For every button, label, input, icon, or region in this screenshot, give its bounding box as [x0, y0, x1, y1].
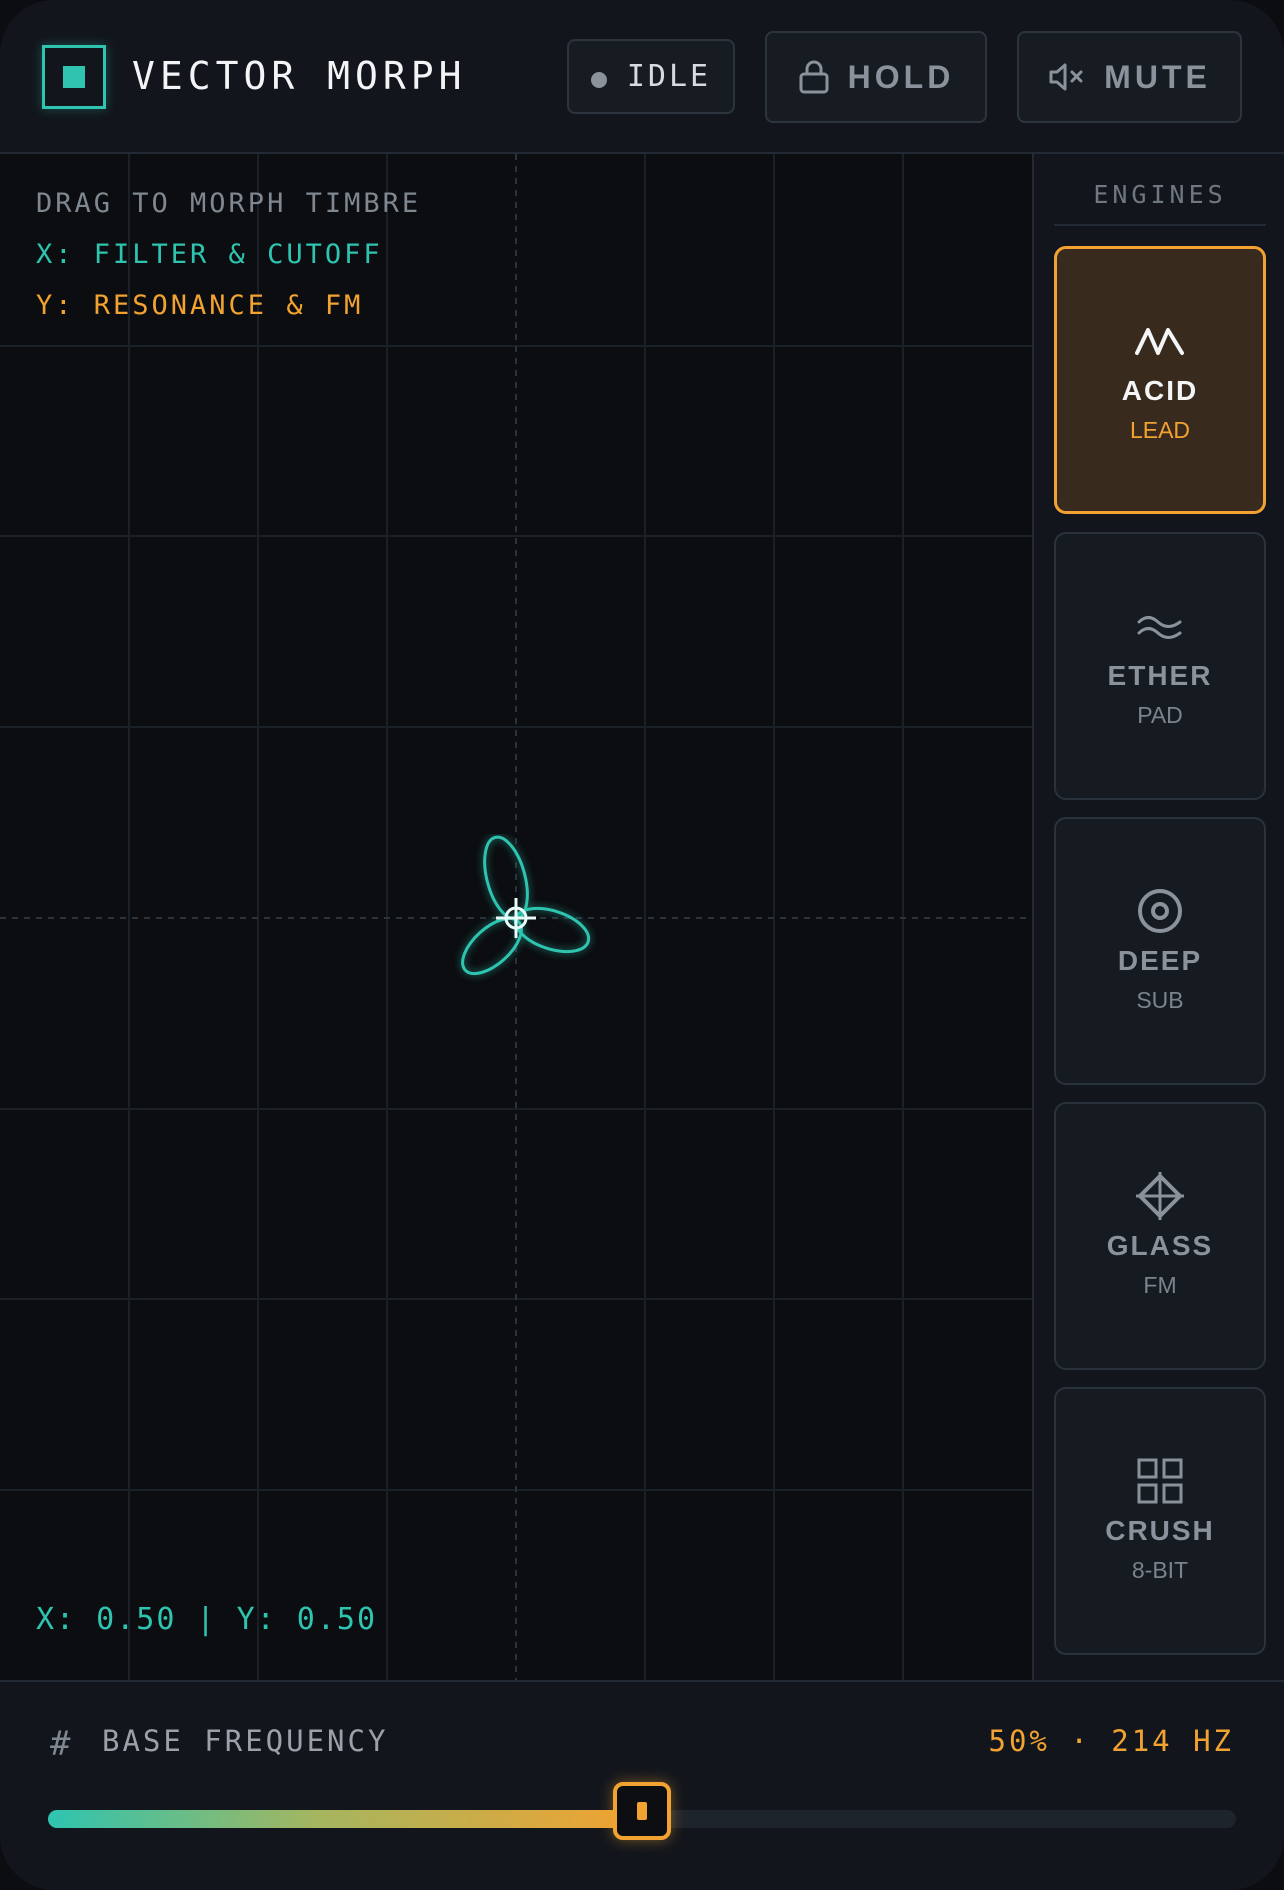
wave-icon: [1137, 616, 1182, 639]
engine-name: ETHER: [1107, 660, 1213, 691]
status-dot-icon: [590, 71, 607, 88]
sidebar-title: ENGINES: [1093, 180, 1227, 209]
morph-cursor-icon[interactable]: [440, 834, 600, 1004]
hold-button[interactable]: HOLD: [765, 31, 987, 123]
x-axis-hint: X: FILTER & CUTOFF: [36, 239, 383, 270]
status-label: IDLE: [626, 59, 712, 94]
engines-sidebar: ENGINES ACID LEAD ETHER PAD DEEP SUB GLA…: [1032, 154, 1284, 1680]
header-bar: VECTOR MORPH IDLE HOLD MUTE: [0, 0, 1284, 154]
engine-sub: 8-BIT: [1131, 1557, 1189, 1583]
mute-button[interactable]: MUTE: [1017, 31, 1242, 123]
mute-label: MUTE: [1104, 58, 1211, 95]
engine-name: DEEP: [1117, 945, 1203, 976]
frequency-slider[interactable]: [48, 1782, 1236, 1840]
xy-morph-pad[interactable]: DRAG TO MORPH TIMBRE X: FILTER & CUTOFF …: [0, 154, 1032, 1680]
y-axis-hint: Y: RESONANCE & FM: [36, 290, 364, 321]
engine-sub: FM: [1143, 1272, 1177, 1298]
status-indicator: IDLE: [567, 39, 735, 114]
app-title: VECTOR MORPH: [132, 54, 467, 98]
engine-name: GLASS: [1106, 1230, 1214, 1261]
grid-icon: [1137, 1458, 1183, 1504]
synth-app: VECTOR MORPH IDLE HOLD MUTE DRAG TO MORP…: [0, 0, 1284, 1890]
hold-label: HOLD: [847, 58, 955, 95]
frequency-footer: # BASE FREQUENCY 50% · 214 HZ: [0, 1680, 1284, 1890]
engine-name: CRUSH: [1105, 1515, 1215, 1546]
zigzag-icon: [1135, 328, 1184, 355]
hash-icon: #: [50, 1724, 71, 1764]
sidebar-divider: [1054, 224, 1266, 226]
base-frequency-label: BASE FREQUENCY: [102, 1724, 389, 1758]
engine-sub: PAD: [1137, 702, 1183, 728]
engine-deep-button[interactable]: DEEP SUB: [1054, 817, 1266, 1085]
slider-thumb[interactable]: [613, 1782, 671, 1840]
lock-icon: [799, 60, 829, 94]
target-icon: [1138, 889, 1182, 933]
speaker-mute-icon: [1049, 63, 1083, 91]
base-frequency-value: 50% · 214 HZ: [988, 1724, 1234, 1758]
engine-sub: SUB: [1136, 987, 1184, 1013]
engine-acid-button[interactable]: ACID LEAD: [1054, 246, 1266, 514]
crosshair-diamond-icon: [1136, 1172, 1184, 1220]
slider-fill: [48, 1810, 642, 1828]
pad-hint: DRAG TO MORPH TIMBRE: [36, 188, 422, 219]
engine-crush-button[interactable]: CRUSH 8-BIT: [1054, 1387, 1266, 1655]
engine-glass-button[interactable]: GLASS FM: [1054, 1102, 1266, 1370]
app-logo: [42, 45, 106, 109]
engine-sub: LEAD: [1129, 417, 1191, 443]
engine-name: ACID: [1121, 375, 1199, 406]
xy-coordinates-readout: X: 0.50 | Y: 0.50: [36, 1602, 378, 1637]
engine-ether-button[interactable]: ETHER PAD: [1054, 532, 1266, 800]
